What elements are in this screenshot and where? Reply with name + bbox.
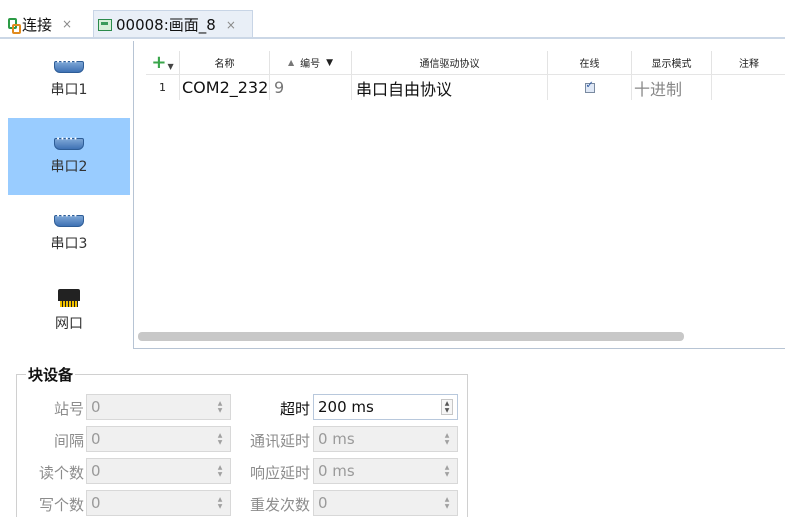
comm-delay-label: 通讯延时: [249, 432, 310, 450]
spin-arrows-icon[interactable]: ▲ ▼: [443, 431, 451, 447]
retry-count-spinbox[interactable]: 0 ▲ ▼: [313, 490, 458, 516]
cell-protocol[interactable]: 串口自由协议: [352, 74, 548, 100]
station-label: 站号: [53, 400, 84, 418]
interval-label: 间隔: [53, 432, 84, 450]
tab-bar-divider: [0, 37, 785, 39]
filter-dropdown-icon[interactable]: ▼: [326, 58, 333, 68]
spin-arrows-icon[interactable]: ▲ ▼: [216, 463, 224, 479]
horizontal-scrollbar[interactable]: [138, 332, 684, 341]
sort-ascending-icon: ▲: [287, 58, 295, 67]
sidebar-item-serial-3[interactable]: 串口3: [8, 195, 130, 272]
sidebar-item-ethernet[interactable]: 网口: [8, 272, 130, 349]
device-table: + ▼ 名称 ▲ 编号 ▼ 通信驱动协议 在线 显示模式 注释 1 COM2_2…: [133, 41, 785, 349]
response-delay-spinbox[interactable]: 0 ms ▲ ▼: [313, 458, 458, 484]
sidebar-item-label: 网口: [55, 315, 83, 332]
block-device-title: 块设备: [26, 364, 76, 385]
tab-screen-8[interactable]: 00008:画面_8 ×: [93, 10, 253, 38]
row-index: 1: [146, 74, 180, 100]
column-header-comment[interactable]: 注释: [712, 51, 785, 74]
spin-arrows-icon[interactable]: ▲ ▼: [216, 431, 224, 447]
spin-arrows-icon[interactable]: ▲ ▼: [443, 495, 451, 511]
interval-spinbox[interactable]: 0 ▲ ▼: [86, 426, 231, 452]
write-count-label: 写个数: [38, 496, 84, 514]
tab-screen-label: 00008:画面_8: [116, 16, 216, 34]
cell-comment[interactable]: [712, 74, 785, 100]
add-icon: +: [151, 52, 167, 73]
cell-display-mode[interactable]: 十进制: [632, 74, 712, 100]
cell-online[interactable]: [548, 74, 632, 100]
close-icon[interactable]: ×: [62, 17, 72, 31]
add-device-button[interactable]: + ▼: [146, 51, 180, 74]
connection-icon: [6, 17, 21, 34]
sidebar-item-label: 串口2: [50, 158, 88, 175]
column-header-display-mode[interactable]: 显示模式: [632, 51, 712, 74]
screen-icon: [98, 18, 112, 31]
port-list: 串口1 串口2 串口3 网口: [8, 41, 130, 349]
cell-name[interactable]: COM2_232: [180, 74, 270, 100]
column-header-online[interactable]: 在线: [548, 51, 632, 74]
retry-count-label: 重发次数: [249, 496, 310, 514]
spin-arrows-icon[interactable]: ▲ ▼: [443, 463, 451, 479]
timeout-label: 超时: [279, 400, 310, 418]
read-count-spinbox[interactable]: 0 ▲ ▼: [86, 458, 231, 484]
close-icon[interactable]: ×: [226, 18, 236, 32]
column-header-protocol[interactable]: 通信驱动协议: [352, 51, 548, 74]
spin-arrows-icon[interactable]: ▲ ▼: [441, 399, 453, 415]
read-count-label: 读个数: [38, 464, 84, 482]
ethernet-port-icon: [58, 288, 80, 307]
cell-number[interactable]: 9: [270, 74, 352, 100]
tab-connection-label: 连接: [22, 15, 53, 34]
station-spinbox[interactable]: 0 ▲ ▼: [86, 394, 231, 420]
spin-arrows-icon[interactable]: ▲ ▼: [216, 495, 224, 511]
sidebar-item-label: 串口1: [50, 81, 88, 98]
sidebar-item-label: 串口3: [50, 235, 88, 252]
sidebar-item-serial-2[interactable]: 串口2: [8, 118, 130, 195]
tab-bar: 连接 × 00008:画面_8 ×: [0, 0, 785, 40]
serial-port-icon: [54, 58, 84, 73]
timeout-spinbox[interactable]: 200 ms ▲ ▼: [313, 394, 458, 420]
column-header-number[interactable]: ▲ 编号 ▼: [270, 51, 352, 74]
tab-connection[interactable]: 连接 ×: [6, 10, 72, 38]
spin-arrows-icon[interactable]: ▲ ▼: [216, 399, 224, 415]
serial-port-icon: [54, 212, 84, 227]
sidebar-item-serial-1[interactable]: 串口1: [8, 41, 130, 118]
online-checkbox[interactable]: [584, 80, 595, 93]
write-count-spinbox[interactable]: 0 ▲ ▼: [86, 490, 231, 516]
serial-port-icon: [54, 135, 84, 150]
response-delay-label: 响应延时: [249, 464, 310, 482]
comm-delay-spinbox[interactable]: 0 ms ▲ ▼: [313, 426, 458, 452]
column-header-name[interactable]: 名称: [180, 51, 270, 74]
caret-down-icon: ▼: [167, 62, 174, 71]
